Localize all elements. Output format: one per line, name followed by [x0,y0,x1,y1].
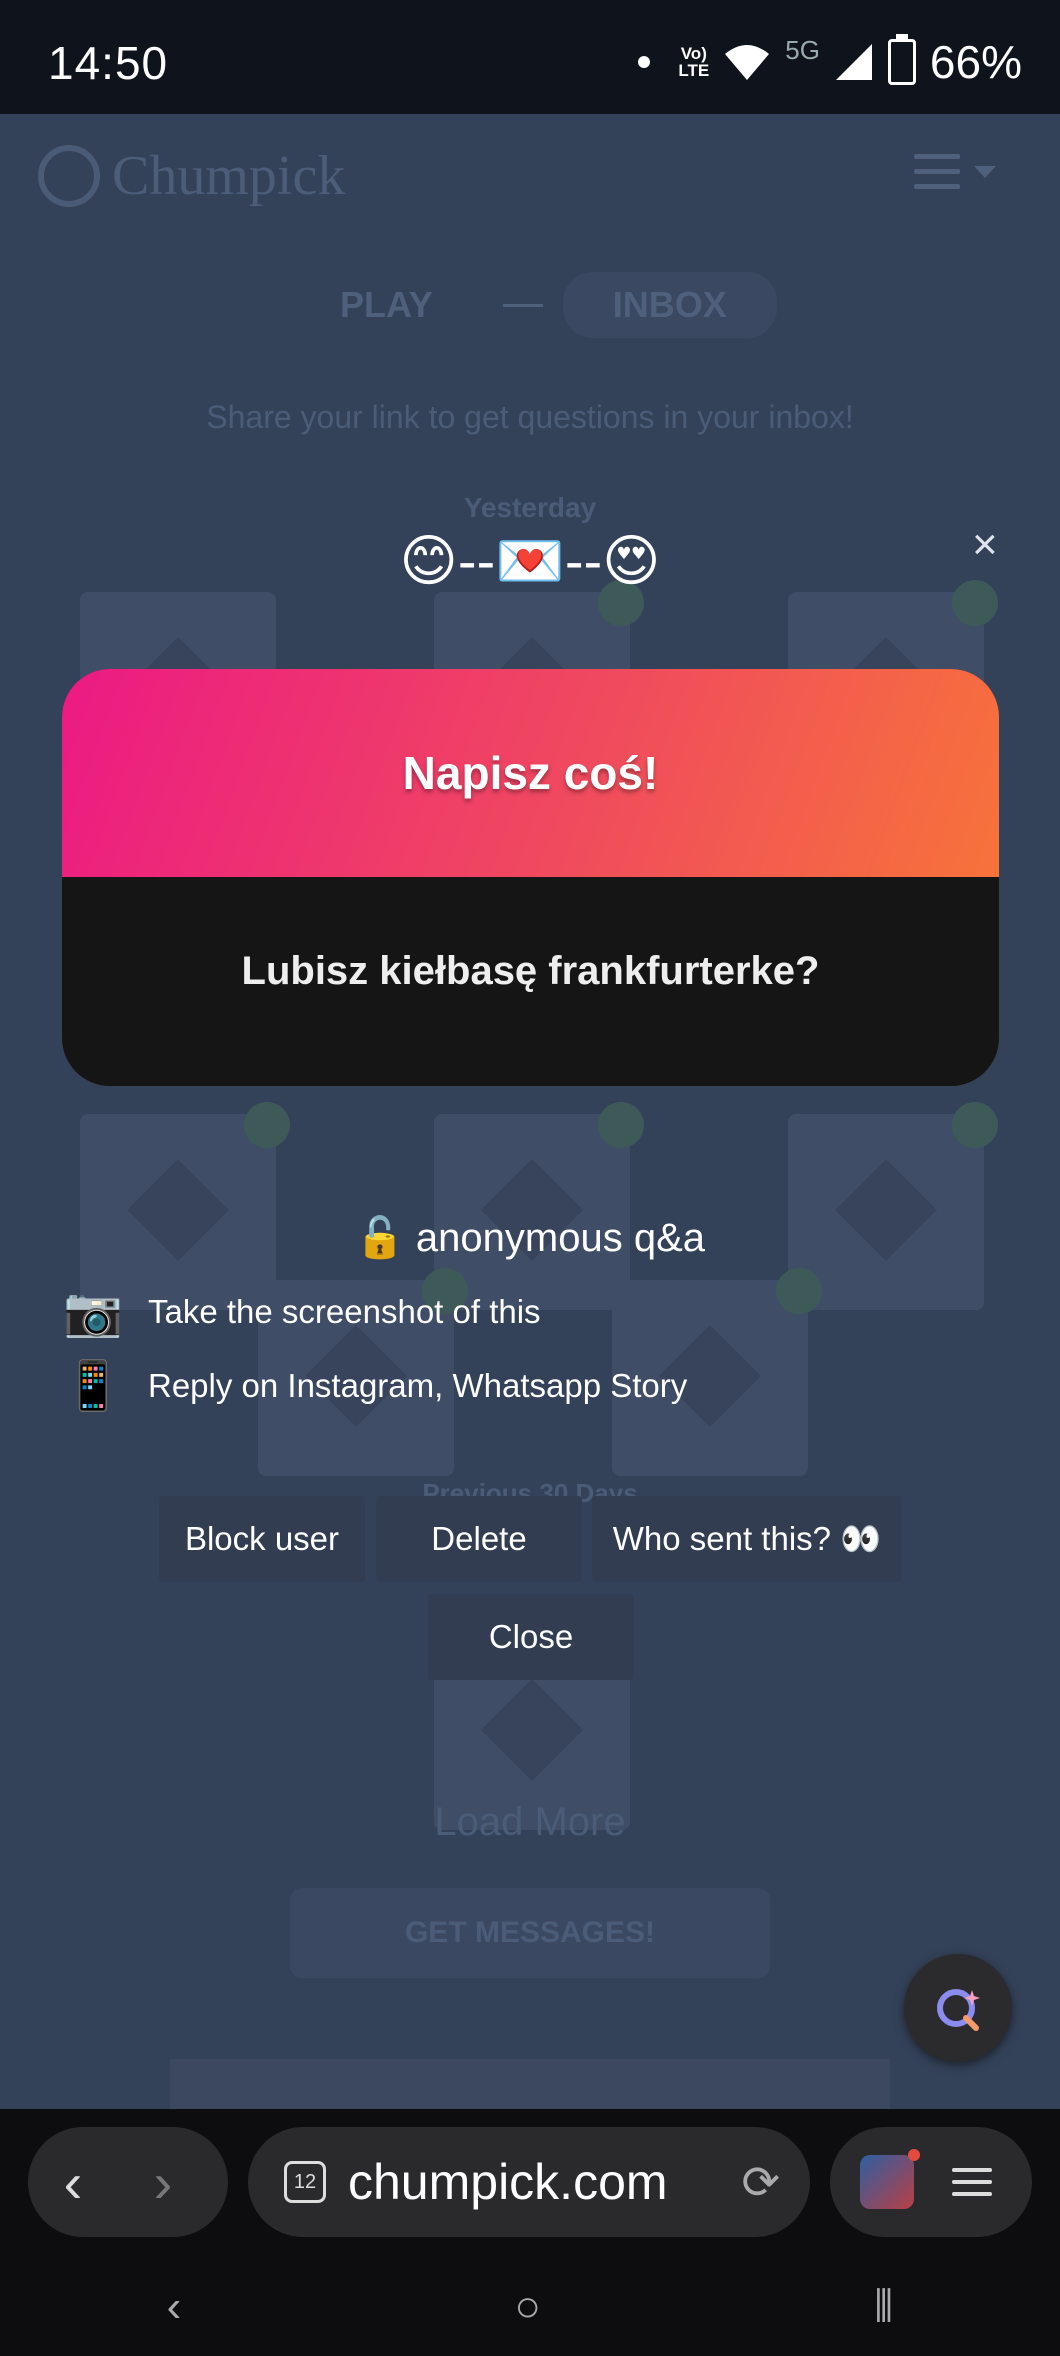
footer-image [170,2059,890,2109]
battery-percent: 66% [929,36,1022,88]
section-yesterday: Yesterday [463,492,597,523]
phone-icon: 📱 [63,1360,123,1413]
menu-icon [914,154,960,199]
instruction-screenshot: 📷 Take the screenshot of this [62,1283,541,1340]
forward-arrow-icon[interactable]: › [118,2150,208,2215]
site-logo: Chumpick [38,144,345,208]
instruction-text: Take the screenshot of this [148,1292,541,1330]
browser-toolbar: ‹ › 12 chumpick.com ⟳ [0,2109,1060,2257]
system-recents-icon[interactable]: ⦀ [874,2282,893,2332]
url-text[interactable]: chumpick.com [348,2153,741,2211]
address-bar[interactable]: 12 chumpick.com ⟳ [248,2127,810,2237]
tab-inbox: INBOX [562,272,777,338]
reload-icon[interactable]: ⟳ [741,2155,780,2209]
status-bar: 14:50 Vo) LTE 5G 66% [0,0,1060,114]
camera-icon: 📷 [63,1286,123,1339]
play-inbox-tabs: PLAY INBOX [290,272,777,338]
delete-button[interactable]: Delete [376,1496,582,1582]
close-button[interactable]: Close [428,1594,634,1680]
system-navigation: ‹ ○ ⦀ [0,2257,1060,2356]
logo-text: Chumpick [112,145,346,207]
ai-search-icon [937,1989,980,2031]
browser-menu-icon[interactable] [952,2160,992,2204]
chevron-down-icon [974,166,996,178]
status-time: 14:50 [48,37,169,89]
browser-menu-group [830,2127,1032,2237]
profile-thumbnail[interactable] [860,2149,920,2209]
battery-icon [887,34,916,85]
check-icon [952,1102,998,1148]
tab-play: PLAY [340,284,433,325]
block-user-button[interactable]: Block user [159,1496,365,1582]
signal-icon [835,44,872,80]
instruction-reply: 📱 Reply on Instagram, Whatsapp Story [62,1357,687,1414]
notification-dot-icon [638,56,651,68]
anonymous-qa-label: 🔓 anonymous q&a [355,1216,705,1260]
nav-buttons: ‹ › [28,2127,228,2237]
share-link-text: Share your link to get questions in your… [206,399,854,435]
emoji-row: 😊--💌--😍 [399,529,661,592]
question-card: Napisz coś! Lubisz kiełbasę frankfurterk… [62,669,999,1086]
back-arrow-icon[interactable]: ‹ [28,2150,118,2215]
who-sent-this-button[interactable]: Who sent this? 👀 [592,1496,902,1582]
message-card [80,1102,290,1310]
system-back-icon[interactable]: ‹ [167,2282,182,2332]
check-icon [598,1102,644,1148]
load-more-link: Load More [434,1800,626,1844]
check-icon [776,1268,822,1314]
logo-icon [38,145,100,207]
wifi-icon [725,45,770,80]
get-messages-button: GET MESSAGES! [290,1888,770,1978]
volte-icon: Vo) LTE [678,44,710,80]
network-type-label: 5G [785,34,820,65]
assistant-fab[interactable] [904,1954,1012,2062]
question-text: Lubisz kiełbasę frankfurterke? [241,949,820,993]
status-icons: Vo) LTE 5G 66% [638,34,1022,90]
check-icon [244,1102,290,1148]
tab-divider [502,303,543,307]
instruction-text: Reply on Instagram, Whatsapp Story [148,1366,688,1404]
tab-count-icon[interactable]: 12 [284,2161,326,2203]
question-card-title: Napisz coś! [62,669,999,877]
system-home-icon[interactable]: ○ [514,2282,541,2332]
background-page: Chumpick PLAY INBOX Share your link to g… [0,114,1060,2109]
close-icon[interactable]: × [972,520,998,570]
